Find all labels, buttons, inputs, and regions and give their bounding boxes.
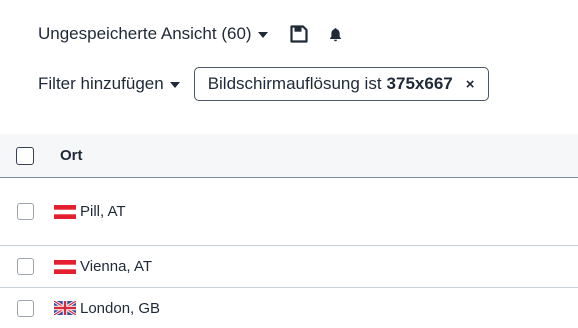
table-row[interactable]: Pill, AT bbox=[0, 178, 578, 246]
uk-flag-icon bbox=[54, 301, 76, 315]
save-icon[interactable] bbox=[289, 25, 308, 43]
filter-toolbar: Filter hinzufügen Bildschirmauflösung is… bbox=[38, 66, 489, 102]
bell-icon[interactable] bbox=[328, 27, 343, 42]
table-row[interactable]: Vienna, AT bbox=[0, 246, 578, 288]
austria-flag-icon bbox=[54, 259, 76, 274]
row-checkbox[interactable] bbox=[17, 258, 34, 275]
row-checkbox[interactable] bbox=[17, 203, 34, 220]
filter-chip-value: 375x667 bbox=[386, 74, 453, 93]
filter-chip[interactable]: Bildschirmauflösung ist 375x667 × bbox=[193, 67, 489, 101]
add-filter-dropdown[interactable]: Filter hinzufügen bbox=[38, 74, 180, 94]
filter-chip-label: Bildschirmauflösung ist bbox=[207, 74, 382, 93]
view-toolbar: Ungespeicherte Ansicht (60) bbox=[38, 22, 343, 46]
austria-flag-icon bbox=[54, 204, 76, 219]
column-header-location[interactable]: Ort bbox=[60, 147, 83, 164]
view-name-label: Ungespeicherte Ansicht (60) bbox=[38, 24, 252, 43]
location-label: Pill, AT bbox=[80, 203, 126, 220]
row-checkbox[interactable] bbox=[17, 299, 34, 317]
select-all-checkbox[interactable] bbox=[16, 146, 34, 165]
page: Ungespeicherte Ansicht (60) Filter hinzu… bbox=[0, 0, 578, 328]
view-selector[interactable]: Ungespeicherte Ansicht (60) bbox=[38, 24, 268, 44]
table-header: Ort bbox=[0, 134, 578, 178]
location-label: Vienna, AT bbox=[80, 258, 152, 275]
location-label: London, GB bbox=[80, 299, 161, 317]
table-row[interactable]: London, GB bbox=[0, 288, 578, 328]
close-icon[interactable]: × bbox=[466, 76, 475, 93]
chevron-down-icon bbox=[257, 32, 268, 38]
chevron-down-icon bbox=[169, 82, 180, 88]
add-filter-label: Filter hinzufügen bbox=[38, 74, 164, 93]
location-table: Ort Pill, AT Vienna, AT London, GB bbox=[0, 134, 578, 328]
